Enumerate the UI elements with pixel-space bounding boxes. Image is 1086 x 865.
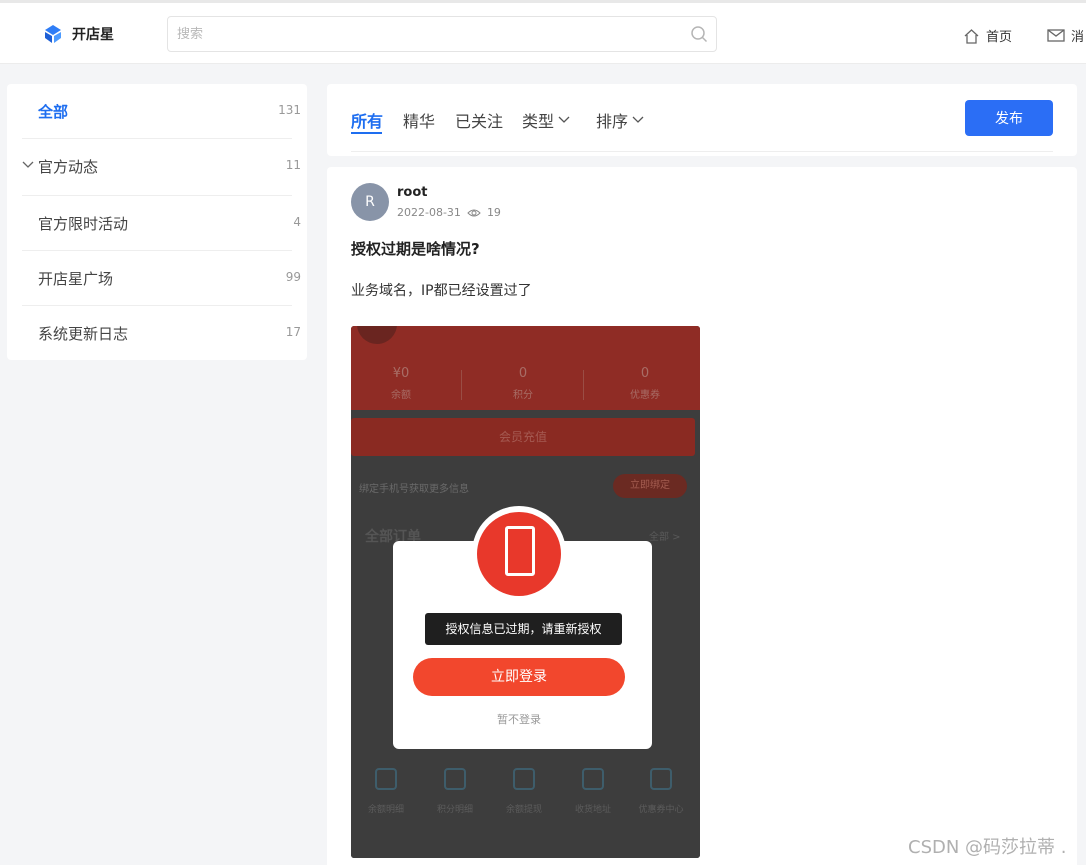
sidebar-item-count: 99 — [285, 270, 301, 284]
watermark: CSDN @码莎拉蒂 . — [908, 837, 1067, 858]
image-stat: 0 优惠券 — [590, 366, 700, 401]
sidebar-item-count: 11 — [285, 158, 301, 172]
cube-icon — [375, 768, 397, 790]
sidebar-item-label: 官方限时活动 — [38, 215, 129, 233]
post-author[interactable]: root — [397, 185, 428, 200]
chevron-down-icon[interactable] — [22, 161, 34, 169]
door-shape — [505, 526, 535, 576]
image-skip-login: 暂不登录 — [497, 713, 541, 726]
tab-featured[interactable]: 精华 — [403, 108, 435, 132]
image-icon-label: 收货地址 — [574, 805, 611, 815]
search-box[interactable] — [167, 16, 717, 52]
avatar[interactable]: R — [351, 183, 389, 221]
tab-all[interactable]: 所有 — [351, 108, 383, 132]
image-divider — [461, 370, 462, 400]
nav-messages-label: 消 — [1071, 30, 1085, 45]
image-bind-text: 绑定手机号获取更多信息 — [359, 484, 469, 495]
post-meta: 2022-08-31 19 — [397, 206, 501, 219]
sidebar-item-all[interactable]: 全部 131 — [22, 84, 301, 139]
chevron-down-icon — [558, 116, 570, 123]
image-stat-label: 余额 — [391, 390, 411, 401]
sidebar-item-count: 131 — [278, 103, 301, 117]
nav-home[interactable]: 首页 — [963, 26, 1012, 45]
image-stat-label: 优惠券 — [630, 390, 660, 401]
tab-sort[interactable]: 排序 — [596, 108, 644, 132]
sidebar-item-count: 4 — [293, 215, 301, 229]
cube-icon — [444, 768, 466, 790]
sidebar-item-label: 开店星广场 — [38, 270, 114, 288]
image-stat-value: 0 — [640, 366, 650, 381]
post-view-count: 19 — [486, 206, 501, 219]
sidebar-item-label: 全部 — [38, 103, 69, 121]
nav-home-label: 首页 — [986, 30, 1013, 45]
image-toast: 授权信息已过期，请重新授权 — [425, 613, 622, 645]
sidebar-item-limited-events[interactable]: 官方限时活动 4 — [22, 196, 301, 251]
image-bind-button: 立即绑定 — [613, 474, 687, 498]
post-title[interactable]: 授权过期是啥情况? — [351, 238, 480, 259]
active-tab-indicator — [351, 132, 382, 134]
eye-icon — [467, 209, 481, 216]
sidebar-item-label: 官方动态 — [38, 158, 99, 176]
image-stat: ¥0 余额 — [351, 366, 456, 401]
post-image[interactable]: ¥0 余额 0 积分 0 优惠券 会员充值 绑定手机号获取更多信息 立即绑定 全… — [351, 326, 700, 858]
sidebar-item-changelog[interactable]: 系统更新日志 17 — [22, 306, 301, 361]
image-stat-label: 积分 — [513, 390, 533, 401]
cube-icon — [650, 768, 672, 790]
image-icon-label: 余额提现 — [505, 805, 542, 815]
image-icon-label: 积分明细 — [436, 805, 473, 815]
category-sidebar: 全部 131 官方动态 11 官方限时活动 4 开店星广场 99 系统更新日志 … — [7, 84, 307, 360]
top-header: 开店星 首页 消 — [0, 0, 1086, 64]
post-date: 2022-08-31 — [397, 206, 461, 219]
tabs-divider — [351, 151, 1053, 152]
mail-icon — [1047, 29, 1065, 42]
publish-button[interactable]: 发布 — [965, 100, 1053, 136]
image-profile-header: ¥0 余额 0 积分 0 优惠券 — [351, 326, 700, 410]
sidebar-item-plaza[interactable]: 开店星广场 99 — [22, 251, 301, 306]
tab-type-label: 类型 — [522, 112, 555, 131]
door-icon — [477, 512, 561, 596]
sidebar-item-label: 系统更新日志 — [38, 325, 129, 343]
post-body: 业务域名，IP都已经设置过了 — [351, 283, 532, 299]
search-input[interactable] — [168, 17, 678, 51]
post-card: R root 2022-08-31 19 授权过期是啥情况? 业务域名，IP都已… — [327, 167, 1077, 865]
filter-tabs-bar: 所有 精华 已关注 类型 排序 发布 — [327, 84, 1077, 156]
image-icon-label: 余额明细 — [367, 805, 404, 815]
image-login-button: 立即登录 — [413, 658, 625, 696]
home-icon — [964, 28, 979, 44]
image-icon-label: 优惠券中心 — [638, 805, 684, 815]
nav-messages[interactable]: 消 — [1047, 26, 1084, 45]
chevron-down-icon — [632, 116, 644, 123]
image-stat-value: 0 — [518, 366, 528, 381]
image-member-recharge: 会员充值 — [351, 418, 695, 456]
image-stat-value: ¥0 — [392, 366, 410, 381]
image-avatar — [357, 326, 397, 344]
search-icon[interactable] — [690, 25, 708, 43]
tab-type[interactable]: 类型 — [522, 108, 570, 132]
logo[interactable]: 开店星 — [42, 23, 114, 45]
tab-sort-label: 排序 — [596, 112, 629, 131]
logo-icon — [45, 25, 61, 43]
tab-following[interactable]: 已关注 — [455, 108, 503, 132]
sidebar-item-official-news[interactable]: 官方动态 11 — [22, 139, 301, 196]
sidebar-item-count: 17 — [285, 325, 301, 339]
image-orders-all: 全部 > — [649, 532, 681, 543]
logo-text: 开店星 — [72, 27, 114, 43]
image-stat: 0 积分 — [468, 366, 578, 401]
cube-icon — [513, 768, 535, 790]
cube-icon — [582, 768, 604, 790]
image-divider — [583, 370, 584, 400]
